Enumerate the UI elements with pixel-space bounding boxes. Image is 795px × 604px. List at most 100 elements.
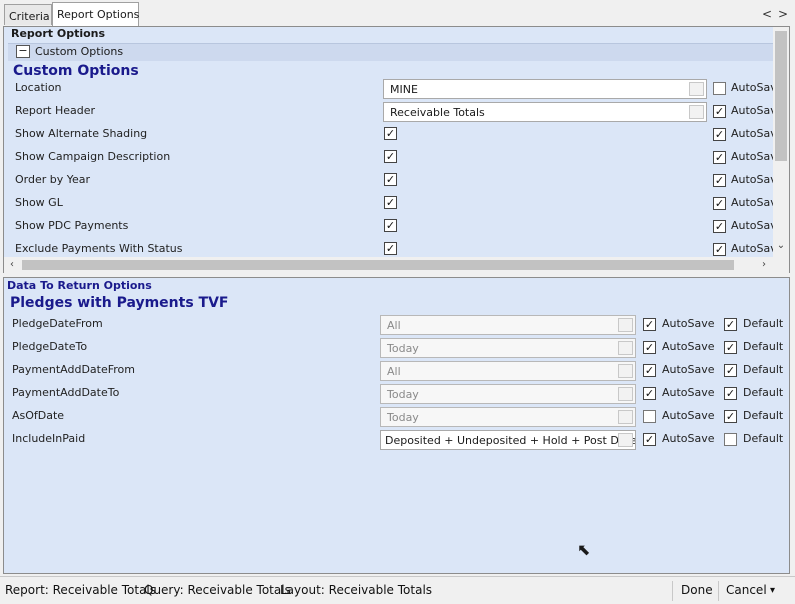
- field-value: All: [387, 319, 401, 332]
- dropdown-button[interactable]: [618, 364, 633, 378]
- autosave-checkbox[interactable]: [713, 82, 726, 95]
- option-input[interactable]: Receivable Totals: [383, 102, 707, 122]
- autosave-checkbox[interactable]: ✓: [713, 220, 726, 233]
- done-button[interactable]: Done: [681, 583, 713, 597]
- custom-options-title: Custom Options: [13, 63, 139, 79]
- field-input[interactable]: All: [380, 315, 636, 335]
- vertical-scrollbar[interactable]: ⌄: [773, 27, 789, 258]
- autosave-checkbox[interactable]: ✓: [713, 197, 726, 210]
- option-checkbox[interactable]: ✓: [384, 173, 397, 186]
- report-options-title: Report Options: [11, 27, 106, 40]
- field-input[interactable]: All: [380, 361, 636, 381]
- autosave-label: AutoSave: [662, 386, 715, 399]
- report-options-panel: Report Options − Custom Options Custom O…: [3, 26, 790, 273]
- status-bar: Report: Receivable Totals Query: Receiva…: [0, 576, 795, 604]
- scrollbar-thumb[interactable]: [775, 31, 787, 161]
- field-value: Today: [387, 342, 419, 355]
- autosave-label: AutoSave: [731, 219, 773, 232]
- default-checkbox[interactable]: ✓: [724, 364, 737, 377]
- separator: [672, 581, 673, 601]
- option-checkbox[interactable]: ✓: [384, 150, 397, 163]
- cancel-dropdown-icon[interactable]: ▾: [770, 585, 775, 596]
- data-to-return-title: Data To Return Options: [7, 279, 152, 292]
- field-label: AsOfDate: [12, 409, 65, 422]
- autosave-label: AutoSave: [662, 432, 715, 445]
- dropdown-button[interactable]: [618, 318, 633, 332]
- option-value: Receivable Totals: [390, 106, 485, 119]
- field-label: PaymentAddDateFrom: [12, 363, 135, 376]
- collapse-toggle[interactable]: −: [16, 45, 30, 58]
- tab-report-options[interactable]: Report Options: [52, 2, 139, 26]
- autosave-label: AutoSave: [731, 81, 773, 94]
- autosave-label: AutoSave: [731, 242, 773, 255]
- dropdown-button[interactable]: [618, 433, 633, 447]
- status-report: Report: Receivable Totals: [5, 583, 157, 597]
- field-value: Deposited + Undeposited + Hold + Post Da…: [385, 434, 636, 447]
- cancel-button[interactable]: Cancel: [726, 583, 767, 597]
- autosave-checkbox[interactable]: ✓: [713, 151, 726, 164]
- option-label: Location: [15, 81, 62, 94]
- option-input[interactable]: MINE: [383, 79, 707, 99]
- field-label: IncludeInPaid: [12, 432, 86, 445]
- field-value: Today: [387, 411, 419, 424]
- tab-criteria[interactable]: Criteria: [4, 4, 52, 25]
- group-label: Custom Options: [35, 45, 124, 58]
- option-checkbox[interactable]: ✓: [384, 242, 397, 255]
- option-checkbox[interactable]: ✓: [384, 219, 397, 232]
- default-label: Default: [743, 317, 784, 330]
- tab-next-button[interactable]: >: [776, 6, 790, 22]
- default-checkbox[interactable]: ✓: [724, 341, 737, 354]
- default-label: Default: [743, 409, 784, 422]
- horizontal-scrollbar[interactable]: ‹ ›: [4, 257, 789, 273]
- option-label: Show PDC Payments: [15, 219, 129, 232]
- dropdown-button[interactable]: [618, 410, 633, 424]
- autosave-checkbox[interactable]: ✓: [643, 433, 656, 446]
- default-checkbox[interactable]: [724, 433, 737, 446]
- option-checkbox[interactable]: ✓: [384, 127, 397, 140]
- autosave-checkbox[interactable]: ✓: [643, 387, 656, 400]
- option-value: MINE: [390, 83, 418, 96]
- option-checkbox[interactable]: ✓: [384, 196, 397, 209]
- default-checkbox[interactable]: ✓: [724, 387, 737, 400]
- autosave-checkbox[interactable]: ✓: [713, 128, 726, 141]
- field-input[interactable]: Deposited + Undeposited + Hold + Post Da…: [380, 430, 636, 450]
- scroll-right-arrow[interactable]: ›: [758, 259, 770, 270]
- pledges-title: Pledges with Payments TVF: [10, 295, 229, 311]
- autosave-checkbox[interactable]: ✓: [713, 174, 726, 187]
- autosave-label: AutoSave: [662, 363, 715, 376]
- autosave-label: AutoSave: [662, 317, 715, 330]
- tab-prev-button[interactable]: <: [760, 6, 774, 22]
- dropdown-button[interactable]: [689, 82, 704, 96]
- field-value: Today: [387, 388, 419, 401]
- dropdown-button[interactable]: [618, 341, 633, 355]
- field-input[interactable]: Today: [380, 338, 636, 358]
- autosave-label: AutoSave: [731, 150, 773, 163]
- autosave-checkbox[interactable]: ✓: [713, 105, 726, 118]
- option-label: Exclude Payments With Status: [15, 242, 183, 255]
- autosave-label: AutoSave: [731, 104, 773, 117]
- field-label: PaymentAddDateTo: [12, 386, 120, 399]
- dropdown-button[interactable]: [618, 387, 633, 401]
- option-label: Report Header: [15, 104, 96, 117]
- separator: [718, 581, 719, 601]
- field-value: All: [387, 365, 401, 378]
- autosave-checkbox[interactable]: ✓: [643, 318, 656, 331]
- autosave-checkbox[interactable]: ✓: [713, 243, 726, 256]
- field-label: PledgeDateFrom: [12, 317, 103, 330]
- scroll-down-arrow[interactable]: ⌄: [775, 240, 787, 251]
- autosave-checkbox[interactable]: [643, 410, 656, 423]
- scroll-left-arrow[interactable]: ‹: [6, 259, 18, 270]
- data-to-return-panel: Data To Return Options Pledges with Paym…: [3, 277, 790, 574]
- dropdown-button[interactable]: [689, 105, 704, 119]
- default-checkbox[interactable]: ✓: [724, 318, 737, 331]
- field-input[interactable]: Today: [380, 407, 636, 427]
- status-layout: Layout: Receivable Totals: [280, 583, 433, 597]
- h-scrollbar-thumb[interactable]: [22, 260, 734, 270]
- mouse-cursor-icon: ⬉: [577, 540, 591, 559]
- field-input[interactable]: Today: [380, 384, 636, 404]
- autosave-checkbox[interactable]: ✓: [643, 364, 656, 377]
- autosave-checkbox[interactable]: ✓: [643, 341, 656, 354]
- default-checkbox[interactable]: ✓: [724, 410, 737, 423]
- autosave-label: AutoSave: [662, 409, 715, 422]
- option-label: Show GL: [15, 196, 63, 209]
